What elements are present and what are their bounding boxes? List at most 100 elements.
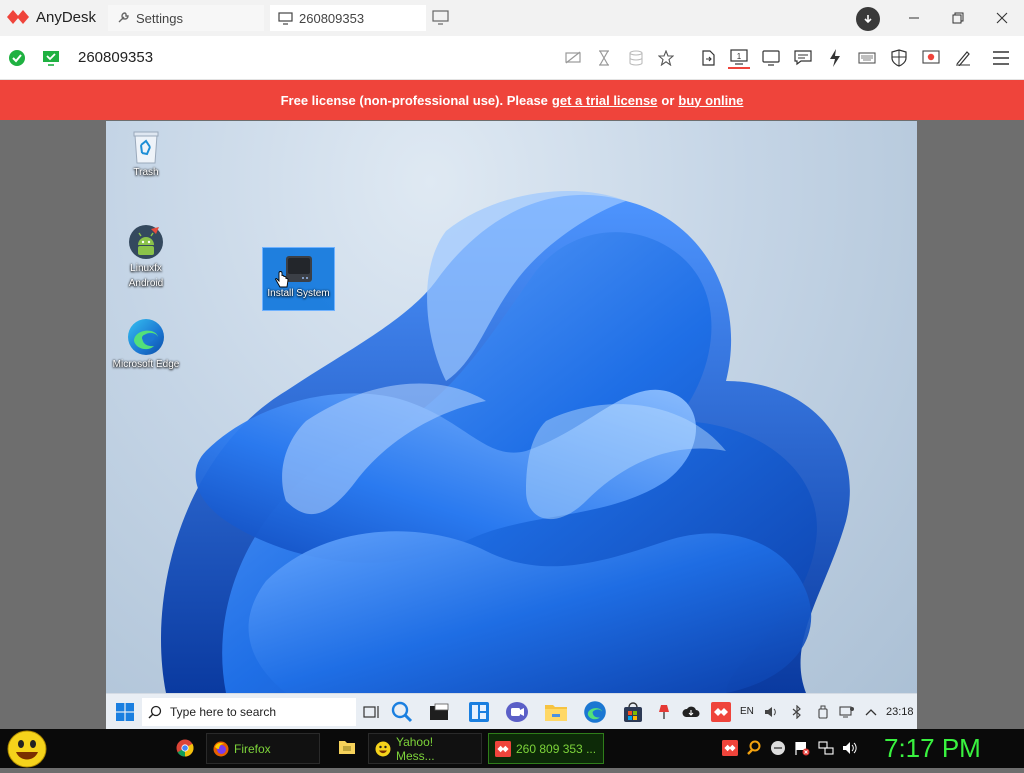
record-icon: [922, 50, 940, 64]
wrench-icon: [118, 12, 129, 23]
desktop-icon-trash[interactable]: Trash: [106, 129, 186, 189]
desktop-icon-label: Trash: [133, 167, 159, 178]
widgets-button[interactable]: [466, 699, 492, 725]
display-button[interactable]: [760, 47, 782, 69]
svg-text:1: 1: [737, 52, 742, 61]
hand-cursor-icon: [275, 271, 289, 288]
tab-settings-label: Settings: [136, 10, 183, 26]
actions-button[interactable]: [824, 47, 846, 69]
taskbar-item-firefox[interactable]: Firefox: [206, 733, 320, 764]
trial-license-link[interactable]: get a trial license: [552, 93, 658, 108]
taskbar-item-yahoo-messenger[interactable]: Yahoo! Mess...: [368, 733, 482, 764]
record-button[interactable]: [920, 47, 942, 69]
remote-desktop-view[interactable]: Trash Linuxfx Android Microsoft Edge Ins…: [106, 121, 917, 729]
search-icon: [747, 740, 761, 755]
host-tray-search[interactable]: [746, 740, 762, 756]
magnifier-icon: [391, 701, 413, 723]
file-explorer-button[interactable]: [543, 699, 569, 725]
remote-app-button[interactable]: [426, 699, 452, 725]
whiteboard-button[interactable]: [952, 47, 974, 69]
tab-session[interactable]: 260809353: [270, 5, 426, 31]
remote-start-button[interactable]: [112, 699, 138, 725]
tray-anydesk-button[interactable]: [708, 699, 734, 725]
host-tray-network[interactable]: [818, 740, 834, 756]
main-menu-button[interactable]: [990, 47, 1012, 69]
folder-quicklaunch[interactable]: [338, 739, 356, 760]
remote-search-box[interactable]: Type here to search: [142, 698, 356, 726]
host-tray-anydesk[interactable]: [722, 740, 738, 756]
app-name: AnyDesk: [36, 8, 97, 26]
host-tray-messenger[interactable]: [770, 740, 786, 756]
remote-address[interactable]: 260809353: [78, 49, 153, 66]
keyboard-icon: [858, 52, 876, 64]
messenger-status-icon: [771, 741, 785, 755]
tray-pin-icon-button[interactable]: [651, 699, 677, 725]
window-app-icon: [430, 703, 449, 720]
chat-button[interactable]: [792, 47, 814, 69]
bluetooth-icon: [792, 705, 801, 719]
hamburger-menu-icon: [993, 51, 1009, 65]
show-hidden-icons-button[interactable]: [858, 699, 884, 725]
download-icon: [864, 15, 872, 24]
monitor-select-button[interactable]: 1: [728, 47, 750, 69]
anydesk-tray-icon: [722, 740, 738, 756]
chat-icon: [794, 50, 812, 66]
meet-button[interactable]: [504, 699, 530, 725]
speaker-icon: [765, 707, 776, 717]
lightning-icon: [830, 49, 840, 67]
close-button[interactable]: [985, 5, 1019, 31]
session-timer-button[interactable]: [593, 47, 615, 69]
desktop-icon-linuxfx-android[interactable]: Linuxfx Android: [106, 223, 186, 299]
minimize-button[interactable]: [897, 5, 931, 31]
monitor-icon: [278, 11, 293, 25]
buy-online-link[interactable]: buy online: [678, 93, 743, 108]
folder-icon: [339, 741, 355, 754]
banner-text: Free license (non-professional use). Ple…: [280, 92, 548, 108]
taskbar-item-anydesk-session[interactable]: 260 809 353 ...: [488, 733, 604, 764]
permissions-button[interactable]: [888, 47, 910, 69]
file-transfer-button[interactable]: [697, 47, 719, 69]
pin-icon: [659, 705, 669, 719]
favorite-button[interactable]: [655, 47, 677, 69]
chrome-quicklaunch[interactable]: [176, 739, 194, 762]
usb-button[interactable]: [810, 699, 836, 725]
host-tray-security[interactable]: [794, 740, 810, 756]
taskbar-item-label: Yahoo! Mess...: [395, 734, 435, 763]
desktop-icon-install-system[interactable]: Install System: [262, 247, 335, 311]
hourglass-icon: [599, 50, 609, 66]
restore-icon: [952, 12, 964, 24]
database-button[interactable]: [625, 47, 647, 69]
bluetooth-button[interactable]: [784, 699, 810, 725]
network-button[interactable]: [834, 699, 860, 725]
close-icon: [996, 12, 1008, 24]
desktop-icon-microsoft-edge[interactable]: Microsoft Edge: [106, 317, 186, 377]
store-button[interactable]: [620, 699, 646, 725]
tray-cloud-button[interactable]: [678, 699, 704, 725]
edge-icon: [584, 701, 606, 723]
chrome-icon: [176, 739, 194, 757]
edge-icon: [128, 319, 164, 355]
desktop-icon-label: Microsoft Edge: [112, 359, 180, 370]
host-clock[interactable]: 7:17 PM: [884, 733, 981, 764]
task-view-button[interactable]: [359, 699, 385, 725]
download-button[interactable]: [856, 7, 880, 31]
volume-button[interactable]: [758, 699, 784, 725]
restore-button[interactable]: [941, 5, 975, 31]
keyboard-button[interactable]: [856, 47, 878, 69]
host-tray-volume[interactable]: [842, 740, 858, 756]
verified-monitor-icon: [43, 51, 59, 66]
recycle-bin-icon: [133, 131, 159, 164]
tab-settings[interactable]: Settings: [108, 5, 264, 31]
language-indicator[interactable]: EN: [740, 706, 754, 717]
security-flag-icon: [795, 742, 810, 756]
anydesk-brand: AnyDesk: [6, 7, 96, 27]
remote-search-button[interactable]: [389, 699, 415, 725]
privacy-button[interactable]: [562, 47, 584, 69]
host-start-button[interactable]: [6, 730, 48, 773]
remote-clock[interactable]: 23:18: [886, 706, 914, 718]
edge-taskbar-button[interactable]: [582, 699, 608, 725]
display-icon: [762, 50, 780, 66]
task-view-icon: [363, 706, 379, 718]
chevron-up-icon: [865, 709, 877, 716]
new-session-button[interactable]: [432, 9, 450, 30]
